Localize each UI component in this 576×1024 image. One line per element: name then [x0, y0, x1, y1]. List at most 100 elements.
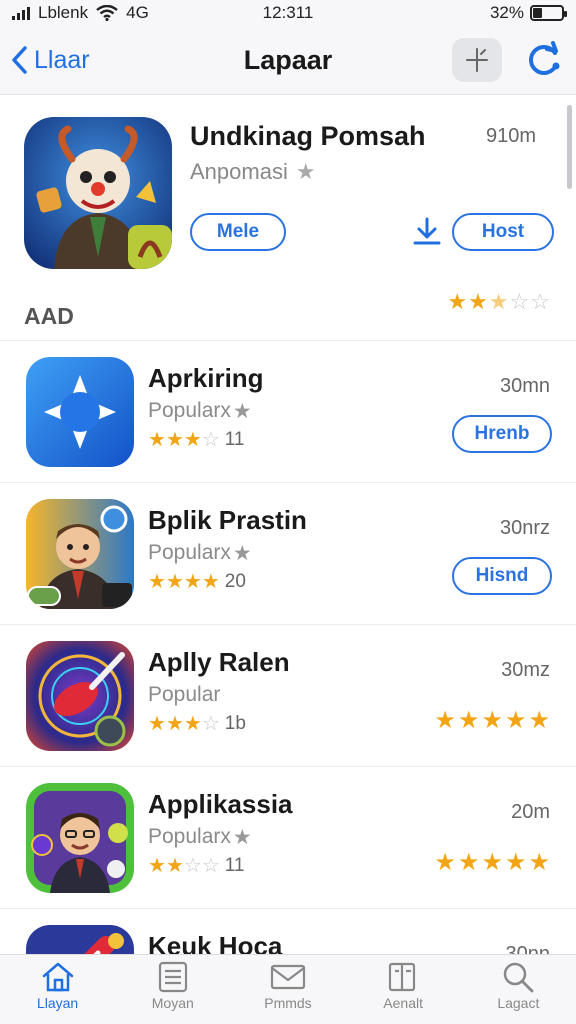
- tab-search[interactable]: Lagact: [468, 961, 568, 1011]
- app-subtitle: Popular: [148, 683, 220, 707]
- app-size: 30nn: [505, 943, 551, 954]
- star-icon: ★: [481, 707, 503, 734]
- app-size: 30mz: [501, 659, 550, 681]
- featured-app-subtitle: Anpomasi ★: [190, 159, 316, 185]
- tab-book[interactable]: Aenalt: [353, 961, 453, 1011]
- list-item[interactable]: Bplik Prastin 30nrz Popularx ★ ★★★★ 20 His…: [0, 483, 576, 625]
- app-name: Bplik Prastin: [148, 505, 307, 535]
- app-subtitle: Popularx ★: [148, 541, 252, 565]
- star-icon: ★: [468, 289, 488, 314]
- back-label: Llaar: [34, 45, 90, 74]
- star-icon: ★: [148, 854, 166, 877]
- tab-label: Moyan: [151, 995, 194, 1011]
- cartoon-man-app-icon[interactable]: [26, 783, 134, 893]
- list-item[interactable]: Applikassia 20m Popularx ★ ★★☆☆ 11 ★ ★ ★ ★ ★: [0, 767, 576, 909]
- get-button[interactable]: Host: [452, 213, 554, 251]
- list-item[interactable]: Aprkiring 30mn Popularx ★ ★★★☆ 11 Hrenb: [0, 341, 576, 483]
- star-icon: ★: [434, 849, 456, 876]
- star-icon: ☆: [201, 854, 220, 877]
- list-item[interactable]: Keuk Hoca 30nn: [0, 909, 576, 954]
- rating-stars: ★★☆☆: [148, 856, 220, 877]
- battery-icon: [530, 5, 567, 21]
- star-icon: ★: [165, 428, 184, 451]
- app-rating: ★★★☆ 1b: [148, 713, 246, 735]
- app-size: 30mn: [499, 375, 550, 397]
- app-subtitle: Popularx ★: [148, 399, 252, 423]
- chevron-left-icon: [12, 46, 27, 74]
- app-size: 30nrz: [499, 517, 550, 539]
- nav-bar: Llaar Lapaar: [0, 30, 576, 90]
- list-icon: [158, 961, 187, 993]
- app-category: Popular: [148, 683, 221, 706]
- featured-app[interactable]: Undkinag Pomsah 910m Anpomasi ★ Mele Hos…: [0, 95, 576, 341]
- add-button[interactable]: [452, 38, 502, 82]
- star-icon: ★: [488, 289, 509, 314]
- app-category: Popularx: [148, 399, 231, 422]
- star-icon: ★: [457, 707, 480, 734]
- tab-home[interactable]: Llayan: [8, 961, 108, 1011]
- star-icon: ★: [504, 849, 527, 876]
- app-rating: ★★★☆ 11: [148, 429, 244, 451]
- get-button[interactable]: Hisnd: [452, 557, 552, 595]
- rating-stars: ★★★★: [148, 572, 220, 593]
- rocket-app-icon[interactable]: [26, 925, 134, 954]
- search-icon: [504, 962, 534, 993]
- download-icon[interactable]: [410, 215, 444, 249]
- add-sparkle-icon: [466, 48, 488, 72]
- app-category: Popularx: [148, 825, 231, 848]
- star-icon: ☆: [509, 289, 530, 314]
- app-list[interactable]: Undkinag Pomsah 910m Anpomasi ★ Mele Hos…: [0, 94, 576, 954]
- back-button[interactable]: Llaar: [10, 45, 90, 75]
- tab-mail[interactable]: Pmmds: [238, 961, 338, 1011]
- star-icon: ★: [148, 428, 166, 451]
- star-icon: ☆: [201, 712, 220, 735]
- large-rating-stars: ★ ★ ★ ★ ★: [434, 709, 550, 733]
- refresh-share-icon: [529, 41, 560, 75]
- refresh-share-button[interactable]: [522, 38, 566, 82]
- rating-count: 11: [224, 855, 245, 876]
- neon-ball-app-icon[interactable]: [26, 641, 134, 751]
- large-rating-stars: ★ ★ ★ ★ ★: [434, 851, 550, 875]
- businessman-app-icon[interactable]: [26, 499, 134, 609]
- star-icon: ★: [295, 159, 316, 184]
- star-icon: ☆: [530, 289, 550, 314]
- rating-count: 11: [224, 429, 245, 450]
- star-icon: ★: [148, 570, 166, 593]
- star-icon: ★: [165, 570, 184, 593]
- featured-app-name: Undkinag Pomsah: [190, 121, 426, 151]
- star-icon: ★: [232, 399, 252, 423]
- home-icon: [42, 962, 73, 992]
- app-name: Aprkiring: [148, 363, 264, 393]
- compass-app-icon[interactable]: [26, 357, 134, 467]
- tab-label: Aenalt: [383, 995, 423, 1011]
- star-icon: ☆: [183, 854, 202, 877]
- more-button[interactable]: Mele: [190, 213, 286, 251]
- star-icon: ★: [528, 707, 550, 734]
- star-icon: ★: [232, 541, 252, 565]
- battery-fill: [533, 8, 542, 18]
- book-icon: [389, 962, 416, 992]
- clown-app-icon[interactable]: [24, 117, 172, 269]
- star-icon: ★: [232, 825, 252, 849]
- tab-bar: Llayan Moyan Pmmds Aenalt Lagact: [0, 954, 576, 1024]
- app-category: Popularx: [148, 541, 231, 564]
- section-rating: ★ ★ ★ ☆ ☆: [447, 291, 550, 313]
- app-name: Applikassia: [148, 789, 293, 819]
- clock: 12:311: [262, 3, 314, 22]
- list-item[interactable]: Aplly Ralen 30mz Popular ★★★☆ 1b ★ ★ ★ ★ ★: [0, 625, 576, 767]
- rating-stars: ★★★☆: [148, 430, 220, 451]
- get-button[interactable]: Hrenb: [452, 415, 552, 453]
- star-icon: ★: [148, 712, 166, 735]
- rating-count: 1b: [224, 713, 246, 734]
- featured-subtitle-text: Anpomasi: [190, 159, 288, 184]
- star-icon: ★: [165, 712, 184, 735]
- star-icon: ☆: [201, 428, 220, 451]
- tab-label: Llayan: [36, 995, 79, 1011]
- app-size: 20m: [511, 801, 550, 823]
- star-icon: ★: [183, 570, 202, 593]
- star-icon: ★: [457, 849, 480, 876]
- tab-label: Pmmds: [264, 995, 312, 1011]
- rating-count: 20: [224, 571, 246, 592]
- tab-label: Lagact: [497, 995, 540, 1011]
- tab-list[interactable]: Moyan: [123, 961, 223, 1011]
